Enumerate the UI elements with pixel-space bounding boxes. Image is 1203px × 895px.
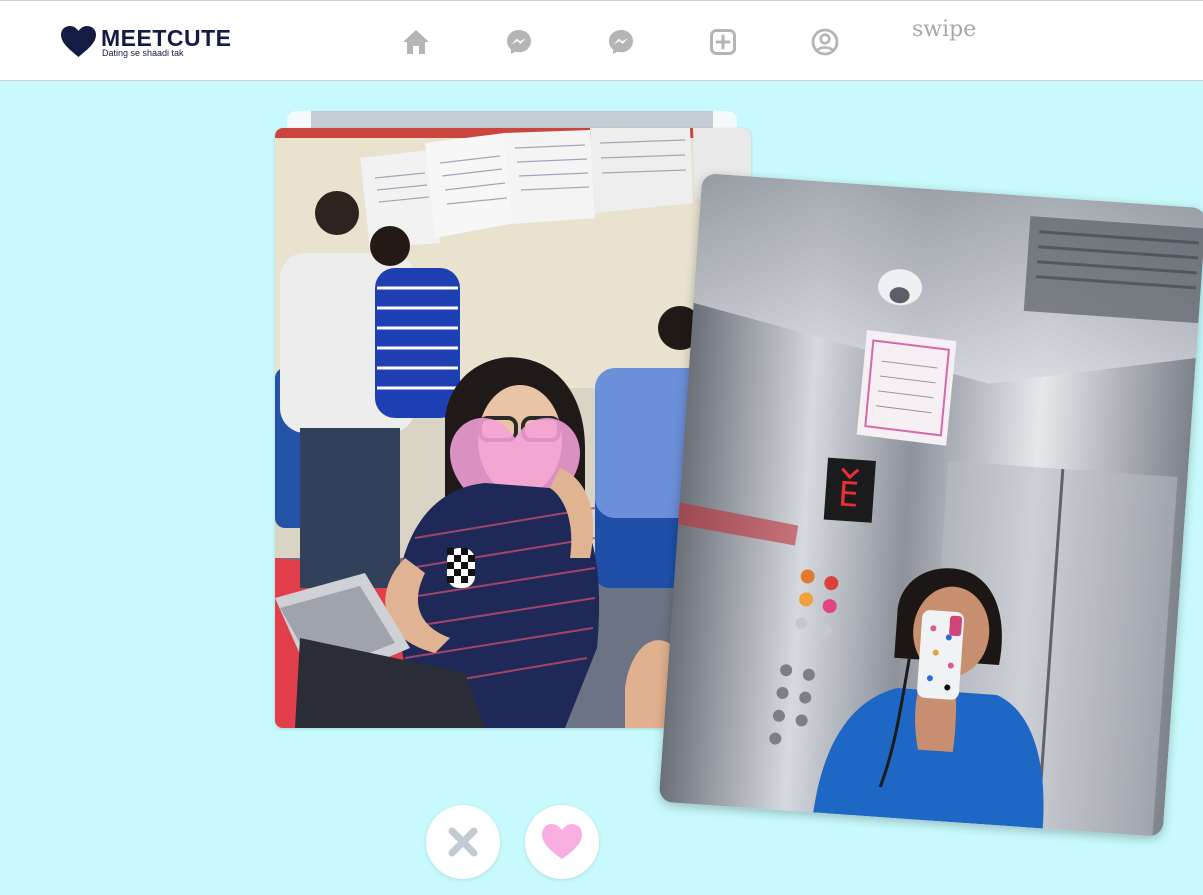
top-navigation-bar: MEETCUTE Dating se shaadi tak swipe (0, 0, 1203, 81)
brand-logo[interactable]: MEETCUTE Dating se shaadi tak (61, 25, 241, 61)
home-icon (403, 30, 429, 54)
heart-logo-icon (61, 26, 96, 57)
swipe-link[interactable]: swipe (912, 17, 976, 42)
add-square-icon (710, 29, 736, 55)
heart-icon (542, 824, 582, 859)
messenger-icon (507, 30, 531, 54)
brand-tagline: Dating se shaadi tak (102, 48, 184, 58)
nav-home[interactable] (401, 27, 431, 57)
nav-profile[interactable] (810, 27, 840, 57)
dislike-button[interactable] (426, 805, 500, 879)
close-icon (448, 827, 478, 857)
elevator-selfie-photo: E (658, 173, 1203, 837)
nav-messages-2[interactable] (606, 27, 636, 57)
svg-text:E: E (837, 474, 860, 515)
like-button[interactable] (525, 805, 599, 879)
nav-messages[interactable] (504, 27, 534, 57)
profile-card-elevator[interactable]: E (658, 173, 1203, 837)
nav-add-post[interactable] (708, 27, 738, 57)
messenger-icon (609, 30, 633, 54)
profile-circle-icon (811, 28, 839, 56)
